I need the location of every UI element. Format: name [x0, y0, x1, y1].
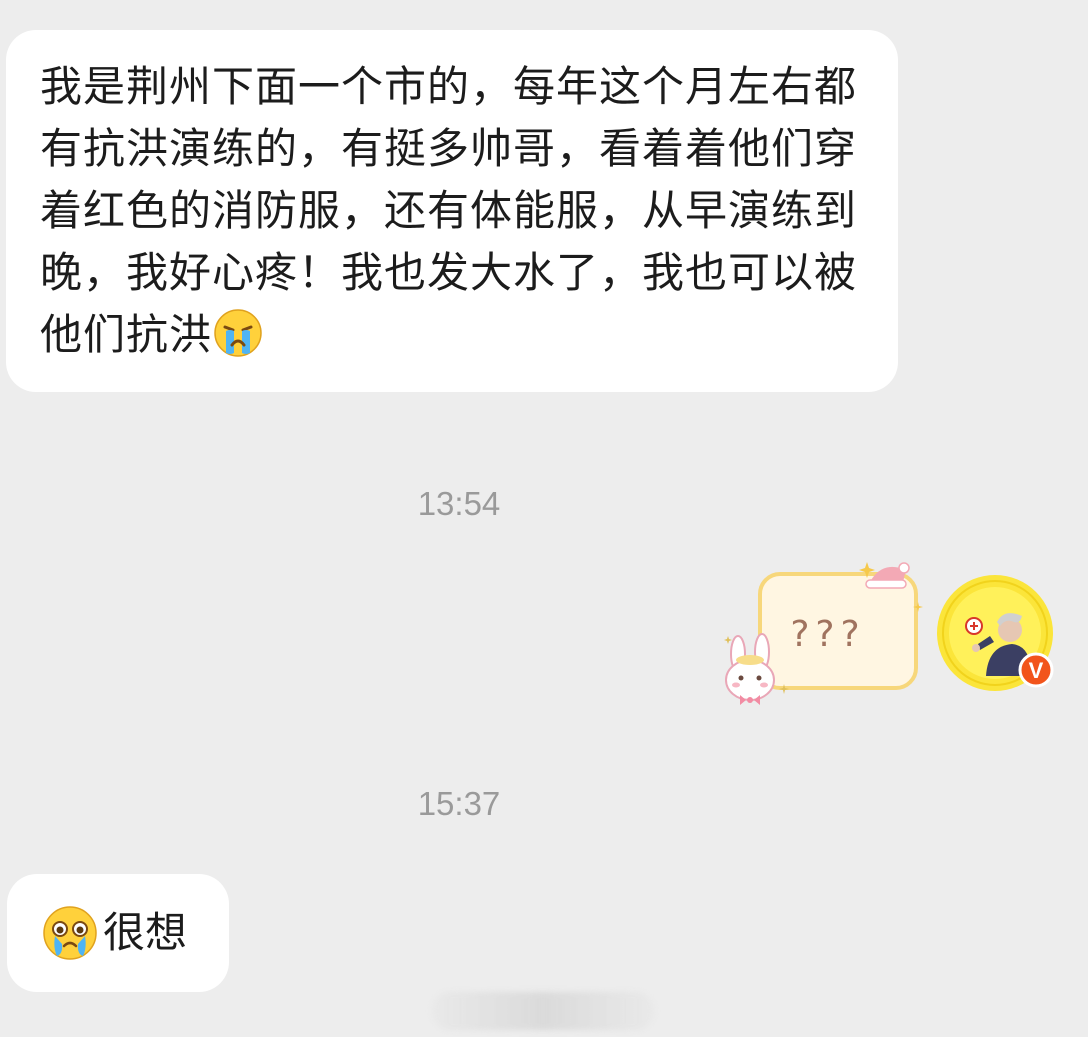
loudly-crying-face-icon	[214, 309, 262, 357]
sticker-text: ???	[790, 614, 865, 655]
crying-face-icon	[43, 906, 97, 960]
timestamp: 15:37	[417, 785, 501, 822]
bunny-question-sticker[interactable]: ???	[722, 556, 928, 708]
message-bubble-incoming[interactable]: 很想	[7, 874, 229, 992]
message-text: 我是荆州下面一个市的，每年这个月左右都有抗洪演练的，有挺多帅哥，看着着他们穿着红…	[40, 62, 858, 359]
message-text: 很想	[103, 908, 188, 957]
timestamp: 13:54	[417, 485, 501, 522]
verified-badge-icon: V	[1029, 658, 1044, 683]
message-bubble-incoming[interactable]: 我是荆州下面一个市的，每年这个月左右都有抗洪演练的，有挺多帅哥，看着着他们穿着红…	[6, 30, 898, 392]
bottom-fade-hint	[432, 992, 654, 1030]
user-avatar[interactable]: V	[934, 572, 1056, 694]
